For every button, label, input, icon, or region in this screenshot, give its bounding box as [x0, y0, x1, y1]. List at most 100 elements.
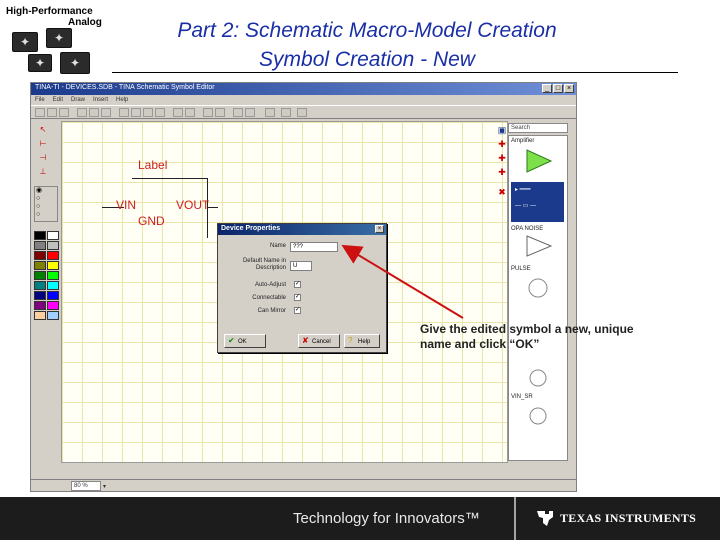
close-button[interactable]: ×: [564, 84, 574, 93]
pin-vout-label[interactable]: VOUT: [176, 198, 209, 212]
radio-option-icon[interactable]: ◉: [35, 187, 57, 195]
save-icon[interactable]: [59, 108, 69, 117]
arc-tool-icon[interactable]: [155, 108, 165, 117]
library-selected-item[interactable]: ▸ ━━━ — ▭ —: [511, 182, 564, 222]
color-swatch[interactable]: [47, 271, 59, 280]
cancel-button[interactable]: ✘ Cancel: [298, 334, 340, 348]
maximize-button[interactable]: □: [553, 84, 563, 93]
add-icon[interactable]: ✚: [497, 167, 507, 177]
slide-footer: Technology for Innovators™ TEXAS INSTRUM…: [0, 497, 720, 540]
chip-icon: ✦: [9, 32, 41, 52]
rect-tool-icon[interactable]: [131, 108, 141, 117]
menu-edit[interactable]: Edit: [53, 95, 63, 105]
library-item[interactable]: OPA NOISE: [511, 226, 543, 232]
menu-file[interactable]: File: [35, 95, 45, 105]
auto-adjust-checkbox[interactable]: ✓: [294, 281, 301, 288]
move-down-icon[interactable]: ✚: [497, 153, 507, 163]
color-swatch[interactable]: [34, 261, 46, 270]
line-style-radios: ◉ ○ ○ ○: [34, 186, 58, 222]
color-swatch[interactable]: [34, 271, 46, 280]
grid-icon[interactable]: [233, 108, 243, 117]
name-field[interactable]: ???: [290, 242, 338, 252]
library-item[interactable]: Amplifier: [511, 138, 534, 144]
connectable-checkbox[interactable]: ✓: [294, 294, 301, 301]
color-swatch[interactable]: [34, 281, 46, 290]
pointer-tool-icon[interactable]: ↖: [36, 125, 50, 135]
toolbar: [31, 105, 576, 119]
title-divider: [112, 72, 678, 73]
delete-icon[interactable]: ✖: [497, 187, 507, 197]
color-swatch[interactable]: [34, 241, 46, 250]
library-view-icon[interactable]: ▣: [497, 125, 507, 135]
move-up-icon[interactable]: ✚: [497, 139, 507, 149]
radio-option-icon[interactable]: ○: [35, 203, 57, 211]
zoom-out-icon[interactable]: [215, 108, 225, 117]
menu-help[interactable]: Help: [116, 95, 128, 105]
line-tool-icon[interactable]: [119, 108, 129, 117]
connectable-label: Connectable: [252, 295, 286, 301]
color-swatch[interactable]: [47, 281, 59, 290]
color-swatch[interactable]: [47, 291, 59, 300]
node-tool-icon[interactable]: ⊥: [36, 167, 50, 177]
color-swatch[interactable]: [47, 261, 59, 270]
can-mirror-checkbox[interactable]: ✓: [294, 307, 301, 314]
dialog-title: Device Properties: [221, 225, 281, 232]
dropdown-arrow-icon[interactable]: ▾: [103, 481, 106, 491]
color-swatch[interactable]: [34, 251, 46, 260]
cut-icon[interactable]: [77, 108, 87, 117]
slide-title-line1: Part 2: Schematic Macro-Model Creation: [177, 19, 557, 42]
vout-pin-line: [208, 207, 218, 208]
copy-icon[interactable]: [89, 108, 99, 117]
color-swatch[interactable]: [47, 311, 59, 320]
color-swatch[interactable]: [34, 311, 46, 320]
selected-thumb-icon: — ▭ —: [515, 203, 537, 209]
color-icon[interactable]: [265, 108, 275, 117]
text-tool-icon[interactable]: [173, 108, 183, 117]
menu-draw[interactable]: Draw: [71, 95, 85, 105]
color-swatch[interactable]: [47, 251, 59, 260]
library-list[interactable]: Amplifier ▸ ━━━ — ▭ — OPA NOISE PULSE VI…: [508, 135, 568, 461]
paste-icon[interactable]: [101, 108, 111, 117]
radio-option-icon[interactable]: ○: [35, 211, 57, 219]
library-item[interactable]: PULSE: [511, 266, 531, 272]
zoom-select[interactable]: 80 %: [71, 481, 101, 491]
ellipse-tool-icon[interactable]: [143, 108, 153, 117]
pin-gnd-label[interactable]: GND: [138, 214, 165, 228]
can-mirror-label: Can Mirror: [257, 308, 286, 314]
new-icon[interactable]: [35, 108, 45, 117]
pin-vin-label[interactable]: VIN: [116, 198, 136, 212]
library-search-input[interactable]: Search: [508, 123, 568, 133]
selected-thumb-icon: ▸ ━━━: [515, 187, 531, 193]
color-swatch[interactable]: [34, 291, 46, 300]
wire-tool-icon[interactable]: ⊣: [36, 153, 50, 163]
fill-icon[interactable]: [245, 108, 255, 117]
window-titlebar: TINA-TI - DEVICES.SDB - TINA Schematic S…: [31, 83, 576, 95]
minimize-button[interactable]: _: [542, 84, 552, 93]
ok-button[interactable]: ✔ OK: [224, 334, 266, 348]
window-controls: _ □ ×: [542, 84, 574, 93]
pin-tool-icon[interactable]: ⊢: [36, 139, 50, 149]
pin-tool-icon[interactable]: [185, 108, 195, 117]
chip-icon: ✦: [57, 52, 93, 74]
symbol-label-text[interactable]: Label: [138, 158, 167, 172]
source-thumbnail-icon: [529, 407, 547, 425]
library-item[interactable]: VIN_SR: [511, 394, 533, 400]
annotation-callout: Give the edited symbol a new, unique nam…: [420, 322, 634, 351]
help-button[interactable]: ? Help: [344, 334, 380, 348]
radio-option-icon[interactable]: ○: [35, 195, 57, 203]
zoom-in-icon[interactable]: [203, 108, 213, 117]
description-field[interactable]: U: [290, 261, 312, 271]
color-swatch[interactable]: [34, 231, 46, 240]
rotate-icon[interactable]: [297, 108, 307, 117]
chip-icon: ✦: [25, 54, 55, 72]
cancel-button-label: Cancel: [312, 339, 331, 345]
drawing-palette: ↖ ⊢ ⊣ ⊥ ◉ ○ ○ ○: [32, 121, 59, 463]
open-icon[interactable]: [47, 108, 57, 117]
mirror-icon[interactable]: [281, 108, 291, 117]
menu-insert[interactable]: Insert: [93, 95, 108, 105]
color-swatch[interactable]: [47, 241, 59, 250]
color-swatch[interactable]: [47, 301, 59, 310]
dialog-close-button[interactable]: ×: [375, 225, 384, 233]
color-swatch[interactable]: [34, 301, 46, 310]
color-swatch[interactable]: [47, 231, 59, 240]
